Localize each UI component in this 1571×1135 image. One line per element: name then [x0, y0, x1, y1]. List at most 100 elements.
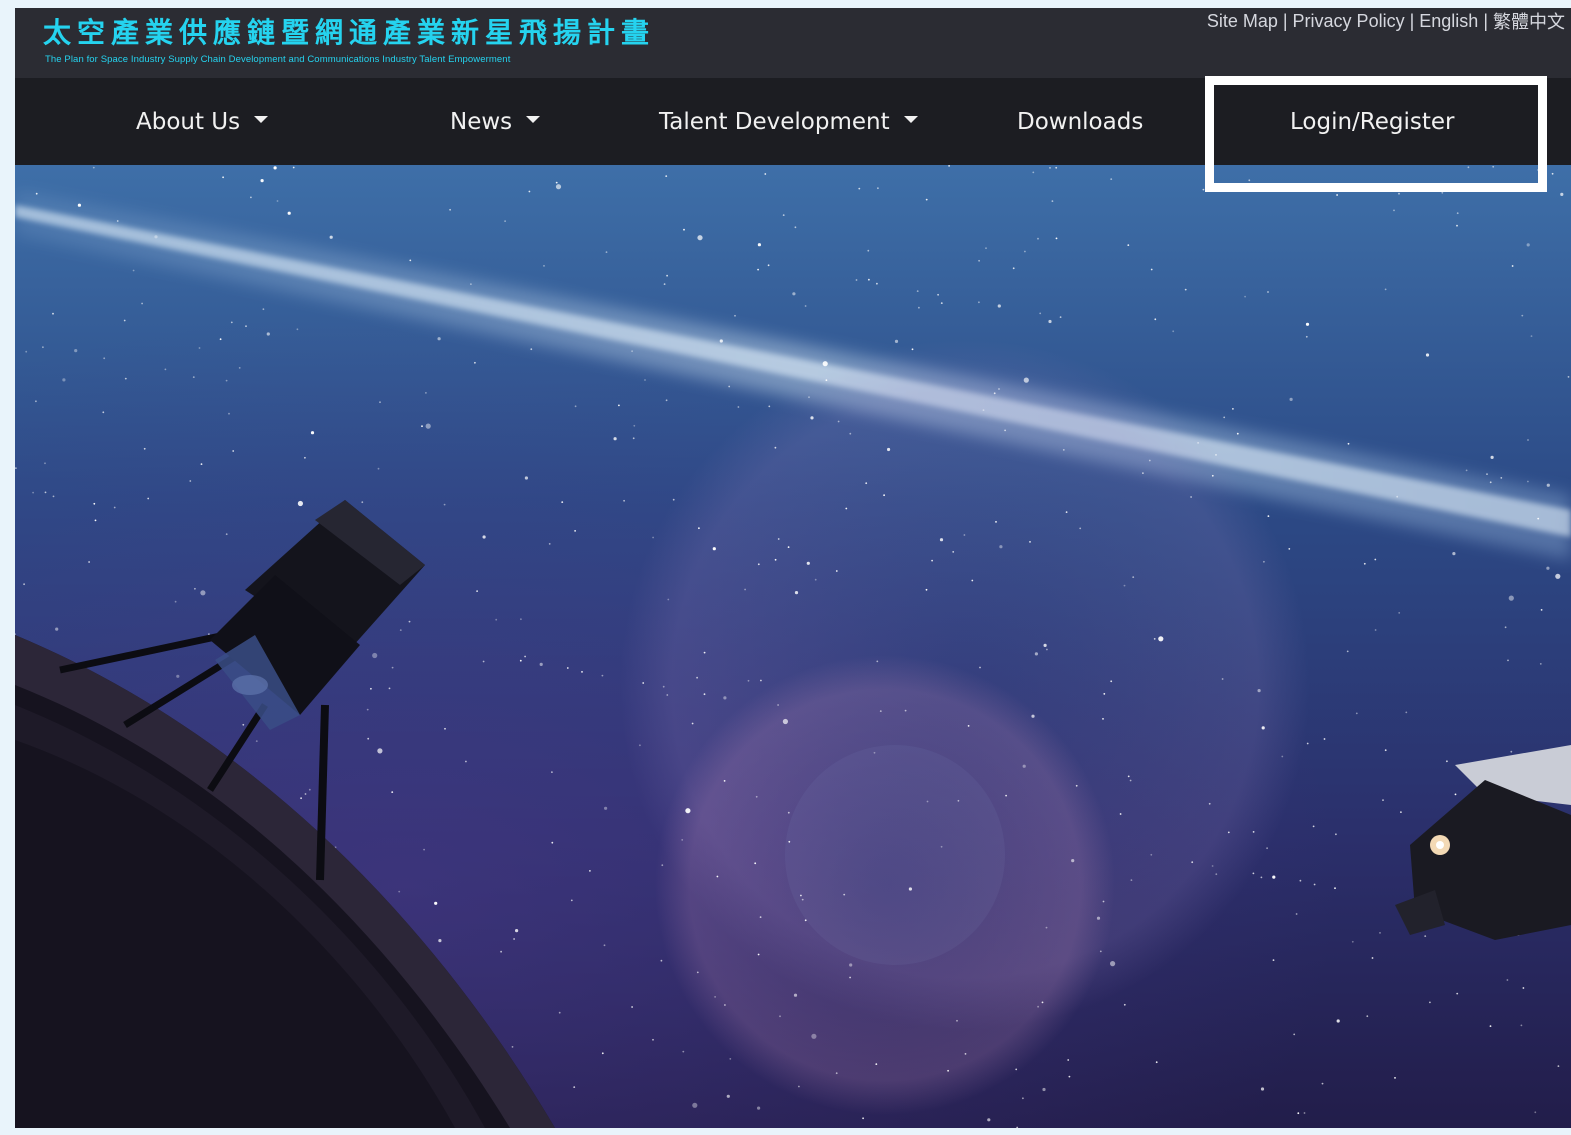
star — [723, 780, 726, 782]
nav-news[interactable]: News — [450, 78, 541, 165]
star — [1539, 663, 1542, 665]
star — [189, 480, 192, 482]
star — [1305, 322, 1310, 326]
star — [757, 268, 759, 271]
star — [667, 598, 670, 601]
star — [1055, 237, 1058, 240]
star — [1456, 224, 1458, 227]
star — [1507, 659, 1509, 662]
star — [1129, 779, 1132, 782]
star — [379, 401, 381, 404]
nav-login-register[interactable]: Login/Register — [1290, 78, 1455, 165]
site-map-link[interactable]: Site Map — [1207, 11, 1278, 32]
star — [894, 339, 899, 343]
star — [1127, 775, 1130, 778]
star — [747, 679, 750, 682]
star — [1306, 742, 1309, 745]
nav-about-us[interactable]: About Us — [136, 78, 269, 165]
star — [1215, 873, 1218, 876]
star — [200, 463, 203, 465]
star — [1289, 397, 1293, 401]
site-title[interactable]: 太空產業供應鏈暨網通產業新星飛揚計畫 — [43, 16, 655, 50]
star — [1272, 875, 1276, 879]
star — [308, 788, 311, 791]
star — [825, 379, 828, 382]
star — [1336, 194, 1338, 196]
star — [495, 618, 498, 621]
star — [273, 166, 277, 170]
star — [310, 431, 315, 435]
star — [837, 420, 840, 423]
star — [997, 304, 1001, 308]
star — [123, 319, 126, 322]
star — [408, 620, 411, 623]
star — [1032, 171, 1035, 174]
english-link[interactable]: English — [1419, 11, 1478, 32]
star — [482, 660, 485, 663]
nav-downloads[interactable]: Downloads — [1017, 78, 1143, 165]
star — [528, 190, 531, 193]
star — [696, 971, 699, 974]
traditional-chinese-link[interactable]: 繁體中文 — [1493, 8, 1565, 34]
star — [734, 314, 736, 317]
star — [566, 667, 569, 669]
star — [987, 1118, 991, 1122]
star — [849, 976, 851, 979]
star — [1400, 811, 1402, 813]
star — [1130, 879, 1133, 881]
star — [219, 338, 222, 341]
star — [835, 1072, 838, 1075]
star — [759, 916, 762, 918]
star — [911, 348, 914, 351]
privacy-policy-link[interactable]: Privacy Policy — [1293, 11, 1405, 32]
star — [94, 519, 97, 522]
star — [1441, 191, 1444, 194]
star — [482, 535, 486, 539]
star — [1103, 693, 1106, 695]
star — [652, 1038, 654, 1041]
nav-talent-development[interactable]: Talent Development — [659, 78, 918, 165]
nav-login-register-label: Login/Register — [1290, 108, 1455, 135]
star — [1546, 566, 1550, 570]
star — [1530, 335, 1533, 337]
star — [1015, 1068, 1018, 1071]
star — [1184, 288, 1187, 291]
star — [755, 795, 758, 798]
star — [964, 1053, 967, 1055]
star — [603, 944, 606, 947]
star — [777, 538, 780, 540]
star — [623, 499, 625, 502]
star — [1398, 612, 1401, 614]
star — [660, 959, 663, 962]
star — [1446, 760, 1448, 763]
star — [222, 176, 225, 179]
star — [1267, 515, 1270, 517]
star — [1245, 187, 1248, 190]
star — [551, 771, 553, 773]
star — [876, 660, 879, 663]
star — [757, 1106, 761, 1110]
star — [44, 491, 47, 494]
star — [1425, 353, 1430, 357]
star — [143, 447, 146, 450]
star — [1034, 652, 1038, 656]
star — [1492, 165, 1495, 168]
star — [1299, 879, 1302, 882]
utility-separator: | — [1483, 10, 1488, 31]
star — [939, 538, 944, 542]
star — [1467, 166, 1470, 169]
star — [1371, 957, 1374, 959]
star — [683, 228, 685, 231]
site-header: 太空產業供應鏈暨網通產業新星飛揚計畫 The Plan for Space In… — [15, 8, 1571, 78]
star — [561, 501, 564, 503]
star — [44, 462, 46, 465]
star — [1260, 1087, 1265, 1091]
star — [1211, 474, 1214, 477]
star — [1005, 794, 1007, 797]
star — [957, 799, 960, 802]
star — [1374, 629, 1377, 631]
star — [425, 423, 431, 429]
star — [774, 446, 777, 449]
star — [1208, 802, 1211, 805]
star — [1454, 793, 1457, 796]
